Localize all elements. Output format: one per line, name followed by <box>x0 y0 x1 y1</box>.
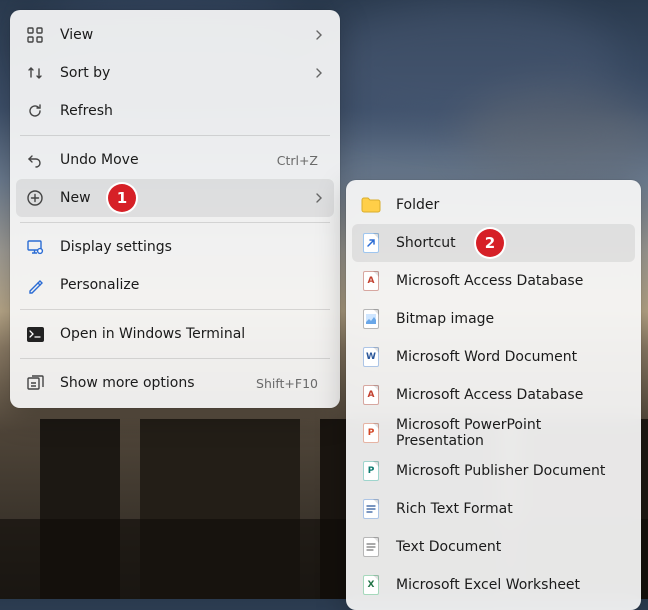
chevron-right-icon <box>314 193 324 203</box>
submenu-item-folder[interactable]: Folder <box>352 186 635 224</box>
submenu-item-label: Microsoft Publisher Document <box>396 463 625 479</box>
submenu-item-label: Shortcut <box>396 235 625 251</box>
submenu-item-label: Text Document <box>396 539 625 555</box>
powerpoint-icon: P <box>360 422 382 444</box>
menu-item-label: Personalize <box>60 277 324 293</box>
submenu-item-access2[interactable]: A Microsoft Access Database <box>352 376 635 414</box>
menu-separator <box>20 358 330 359</box>
bitmap-icon <box>360 308 382 330</box>
menu-item-label: Sort by <box>60 65 314 81</box>
access-icon: A <box>360 270 382 292</box>
menu-item-display-settings[interactable]: Display settings <box>16 228 334 266</box>
show-more-icon <box>24 372 46 394</box>
menu-item-show-more[interactable]: Show more options Shift+F10 <box>16 364 334 402</box>
menu-item-personalize[interactable]: Personalize <box>16 266 334 304</box>
submenu-item-label: Microsoft Word Document <box>396 349 625 365</box>
personalize-icon <box>24 274 46 296</box>
menu-separator <box>20 222 330 223</box>
rtf-icon <box>360 498 382 520</box>
menu-item-label: Refresh <box>60 103 324 119</box>
menu-item-label: Display settings <box>60 239 324 255</box>
callout-badge-1: 1 <box>108 184 136 212</box>
submenu-item-powerpoint[interactable]: P Microsoft PowerPoint Presentation <box>352 414 635 452</box>
chevron-right-icon <box>314 68 324 78</box>
shortcut-icon <box>360 232 382 254</box>
submenu-item-label: Rich Text Format <box>396 501 625 517</box>
undo-icon <box>24 149 46 171</box>
menu-item-view[interactable]: View <box>16 16 334 54</box>
menu-item-terminal[interactable]: Open in Windows Terminal <box>16 315 334 353</box>
publisher-icon: P <box>360 460 382 482</box>
view-icon <box>24 24 46 46</box>
menu-item-label: View <box>60 27 314 43</box>
submenu-item-publisher[interactable]: P Microsoft Publisher Document <box>352 452 635 490</box>
menu-item-label: Show more options <box>60 375 256 391</box>
menu-item-new[interactable]: New 1 <box>16 179 334 217</box>
folder-icon <box>360 194 382 216</box>
menu-item-refresh[interactable]: Refresh <box>16 92 334 130</box>
submenu-item-label: Folder <box>396 197 625 213</box>
submenu-item-label: Microsoft Access Database <box>396 273 625 289</box>
desktop-context-menu: View Sort by Refresh Undo Move <box>10 10 340 408</box>
menu-separator <box>20 135 330 136</box>
submenu-item-bitmap[interactable]: Bitmap image <box>352 300 635 338</box>
submenu-item-label: Microsoft PowerPoint Presentation <box>396 417 625 449</box>
sky-blob <box>460 90 648 180</box>
new-icon <box>24 187 46 209</box>
submenu-item-word[interactable]: W Microsoft Word Document <box>352 338 635 376</box>
submenu-item-text[interactable]: Text Document <box>352 528 635 566</box>
sort-icon <box>24 62 46 84</box>
submenu-item-label: Microsoft Access Database <box>396 387 625 403</box>
menu-separator <box>20 309 330 310</box>
text-icon <box>360 536 382 558</box>
new-submenu: Folder Shortcut 2 A Microsoft Access Dat… <box>346 180 641 610</box>
excel-icon: X <box>360 574 382 596</box>
submenu-item-label: Bitmap image <box>396 311 625 327</box>
menu-item-shortcut: Shift+F10 <box>256 376 318 391</box>
menu-item-shortcut: Ctrl+Z <box>277 153 318 168</box>
submenu-item-label: Microsoft Excel Worksheet <box>396 577 625 593</box>
submenu-item-shortcut[interactable]: Shortcut 2 <box>352 224 635 262</box>
menu-item-undo[interactable]: Undo Move Ctrl+Z <box>16 141 334 179</box>
submenu-item-excel[interactable]: X Microsoft Excel Worksheet <box>352 566 635 604</box>
callout-badge-2: 2 <box>476 229 504 257</box>
word-icon: W <box>360 346 382 368</box>
menu-item-sort[interactable]: Sort by <box>16 54 334 92</box>
menu-item-label: Undo Move <box>60 152 277 168</box>
submenu-item-access[interactable]: A Microsoft Access Database <box>352 262 635 300</box>
refresh-icon <box>24 100 46 122</box>
terminal-icon <box>24 323 46 345</box>
menu-item-label: Open in Windows Terminal <box>60 326 324 342</box>
chevron-right-icon <box>314 30 324 40</box>
access-icon: A <box>360 384 382 406</box>
display-settings-icon <box>24 236 46 258</box>
submenu-item-rtf[interactable]: Rich Text Format <box>352 490 635 528</box>
menu-item-label: New <box>60 190 314 206</box>
